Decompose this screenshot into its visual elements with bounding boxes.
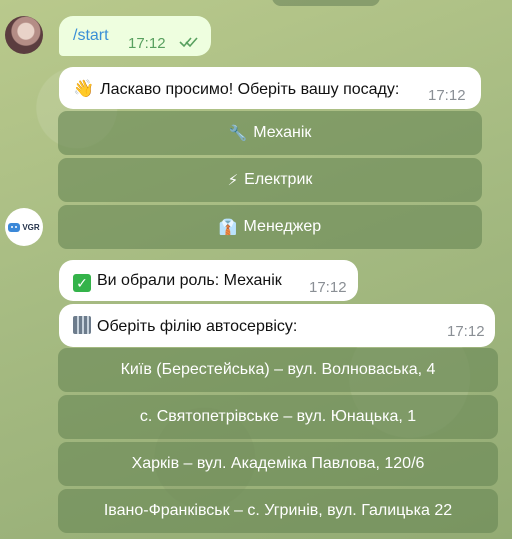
role-button-manager[interactable]: 👔 Менеджер [58,205,482,249]
message-time: 17:12 [447,323,485,340]
branch-button-kharkiv[interactable]: Харків – вул. Академіка Павлова, 120/6 [58,442,498,486]
lightning-icon: ⚡ [227,172,239,189]
necktie-icon: 👔 [218,219,238,236]
welcome-text: Ласкаво просимо! Оберіть вашу посаду: [100,81,400,98]
check-mark-icon: ✓ [73,274,91,292]
wrench-icon: 🔧 [228,125,248,142]
robot-icon [8,222,21,232]
branch-button-label: Івано-Франківськ – с. Угринів, вул. Гали… [103,502,453,519]
role-button-electrician[interactable]: ⚡ Електрик [58,158,482,202]
role-confirmation-text: Ви обрали роль: Механік [97,272,282,289]
role-button-mechanic[interactable]: 🔧 Механік [58,111,482,155]
branch-button-sviatopetrivske[interactable]: с. Святопетрівське – вул. Юнацька, 1 [58,395,498,439]
message-time: 17:12 [428,87,466,104]
role-button-label: Менеджер [243,218,322,235]
role-button-label: Електрик [244,171,313,188]
branch-prompt-message: Оберіть філію автосервісу: 17:12 [59,304,495,347]
command-text[interactable]: /start [73,27,109,45]
bot-avatar-label: VGR [22,222,40,232]
previous-bubble-edge [272,0,380,6]
outgoing-message[interactable]: /start 17:12 [59,16,211,56]
message-time: 17:12 [128,35,166,52]
bot-avatar[interactable]: VGR [5,208,43,246]
bot-welcome-message: 👋 Ласкаво просимо! Оберіть вашу посаду: 1… [59,67,481,109]
role-confirmation-message: ✓ Ви обрали роль: Механік 17:12 [59,260,358,301]
branch-button-label: Харків – вул. Академіка Павлова, 120/6 [131,455,425,472]
branch-button-label: Київ (Берестейська) – вул. Волноваська, … [120,361,436,378]
double-check-icon [179,37,198,48]
user-avatar[interactable] [5,16,43,54]
office-building-icon [73,316,91,334]
branch-prompt-text: Оберіть філію автосервісу: [97,318,298,335]
role-button-label: Механік [253,124,312,141]
branch-button-label: с. Святопетрівське – вул. Юнацька, 1 [139,408,417,425]
message-time: 17:12 [309,279,347,296]
waving-hand-icon: 👋 [73,79,95,98]
branch-button-ivano-frankivsk[interactable]: Івано-Франківськ – с. Угринів, вул. Гали… [58,489,498,533]
branch-button-kyiv[interactable]: Київ (Берестейська) – вул. Волноваська, … [58,348,498,392]
